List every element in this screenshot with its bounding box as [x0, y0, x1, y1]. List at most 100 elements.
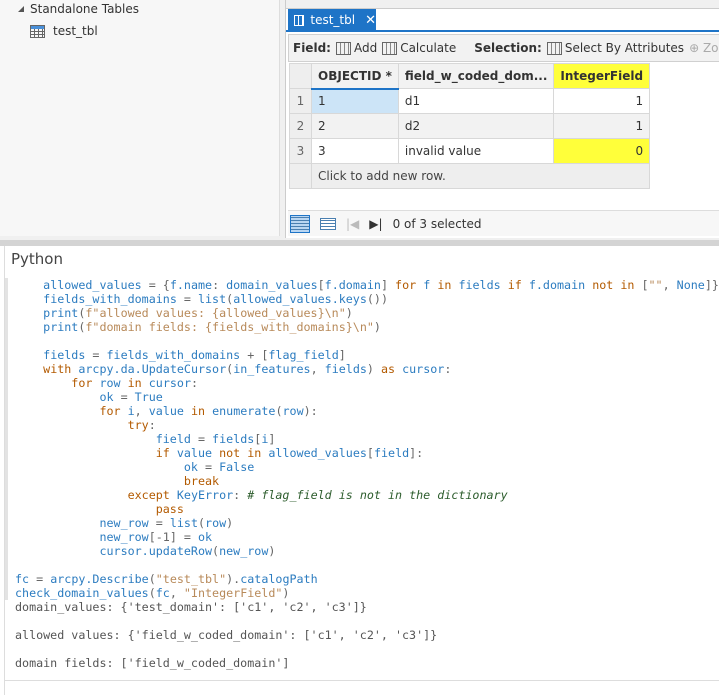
output-line: domain_values: {'test_domain': ['c1', 'c… [15, 600, 367, 614]
code-token: new_row [99, 516, 149, 530]
calculate-button[interactable]: Calculate [382, 41, 456, 55]
code-token: fc [155, 586, 170, 600]
cell-integerfield[interactable]: 0 [553, 138, 651, 164]
code-token: allowed_values [268, 446, 367, 460]
cell-objectid[interactable]: 1 [311, 88, 399, 114]
code-token: row [282, 404, 304, 418]
code-token: ): [303, 404, 318, 418]
row-number[interactable]: 2 [289, 113, 312, 139]
code-token: cursor [148, 376, 191, 390]
code-token: "" [648, 278, 663, 292]
code-line: fields_with_domains = list(allowed_value… [5, 292, 719, 306]
code-token: new_row [99, 530, 149, 544]
cell-field-w-coded-domain[interactable]: d2 [397, 113, 555, 139]
code-line: print(f"domain fields: {fields_with_doma… [5, 320, 719, 334]
code-token: False [219, 460, 255, 474]
selection-label: Selection: [474, 41, 542, 55]
collapse-triangle-icon[interactable] [18, 6, 24, 12]
code-token: allowed_values.keys [233, 292, 367, 306]
code-line: ok = True [5, 390, 719, 404]
cell-objectid[interactable]: 3 [311, 138, 399, 164]
tab-test-tbl[interactable]: test_tbl ✕ [288, 9, 376, 31]
code-line: pass [5, 502, 719, 516]
select-by-attributes-label: Select By Attributes [564, 41, 685, 55]
close-icon[interactable]: ✕ [365, 13, 376, 28]
show-selected-records-icon[interactable] [320, 217, 336, 230]
table-icon [30, 24, 45, 38]
zoom-to-button[interactable]: ⊕ Zoom T [689, 41, 719, 55]
column-header-integerfield[interactable]: IntegerField [553, 63, 651, 89]
cell-integerfield[interactable]: 1 [553, 88, 651, 114]
code-token: ] [338, 348, 346, 362]
code-token: , [310, 362, 325, 376]
code-token: "test_tbl" [155, 572, 227, 586]
row-number[interactable]: 3 [289, 138, 312, 164]
code-token: fields_with_domains [106, 348, 241, 362]
python-code-area[interactable]: allowed_values = {f.name: domain_values[… [5, 278, 719, 670]
code-token: field [373, 446, 410, 460]
code-token: value [148, 404, 184, 418]
code-token: in [437, 278, 452, 292]
code-token: cursor [402, 362, 445, 376]
python-window: Python allowed_values = {f.name: domain_… [4, 246, 719, 695]
output-line: allowed values: {'field_w_coded_domain':… [15, 628, 438, 642]
add-row[interactable]: Click to add new row. [289, 163, 651, 189]
code-token: new_row [219, 544, 269, 558]
cell-field-w-coded-domain[interactable]: d1 [397, 88, 555, 114]
standalone-tables-group[interactable]: Standalone Tables [18, 2, 139, 16]
code-token: domain_values [226, 278, 318, 292]
code-token: f"domain fields: {fields_with_domains}\n… [85, 320, 374, 334]
code-token: row [205, 516, 227, 530]
code-line: print(f"allowed values: {allowed_values}… [5, 306, 719, 320]
last-record-icon[interactable]: ▶| [369, 217, 382, 231]
code-token: flag_field [268, 348, 339, 362]
code-token: if [507, 278, 522, 292]
add-label: Add [353, 41, 378, 55]
table-status-bar: |◀ ▶| 0 of 3 selected [288, 210, 719, 236]
group-label: Standalone Tables [30, 2, 140, 16]
code-token: with [43, 362, 72, 376]
table-row[interactable]: 1 1 d1 1 [289, 88, 651, 114]
code-token: ( [198, 516, 206, 530]
select-all-corner[interactable] [289, 63, 312, 89]
top-area: Standalone Tables test_tbl test_tbl ✕ Fi… [0, 0, 719, 240]
add-new-row-prompt[interactable]: Click to add new row. [310, 163, 651, 189]
cell-field-w-coded-domain[interactable]: invalid value [397, 138, 555, 164]
code-token: ( [148, 586, 156, 600]
select-by-attributes-button[interactable]: Select By Attributes [546, 41, 685, 55]
table-row[interactable]: 2 2 d2 1 [289, 113, 651, 139]
table-icon [294, 14, 305, 26]
cell-objectid[interactable]: 2 [311, 113, 399, 139]
selection-count: 0 of 3 selected [392, 216, 482, 231]
code-token: if [155, 446, 170, 460]
row-number[interactable]: 1 [289, 88, 312, 114]
first-record-icon[interactable]: |◀ [346, 217, 359, 231]
show-all-records-icon[interactable] [290, 214, 310, 233]
code-line: if value not in allowed_values[field]: [5, 446, 719, 460]
code-token: = [85, 348, 107, 362]
code-token: break [183, 474, 220, 488]
catalog-item-test-tbl[interactable]: test_tbl [30, 24, 98, 38]
cell-integerfield[interactable]: 1 [553, 113, 651, 139]
add-row-header [289, 163, 312, 189]
code-token: fields_with_domains [43, 292, 177, 306]
code-token: fields [212, 432, 255, 446]
table-row[interactable]: 3 3 invalid value 0 [289, 138, 651, 164]
add-field-button[interactable]: Add [335, 41, 378, 55]
column-header-field-w-coded-domain[interactable]: field_w_coded_dom... [397, 63, 555, 89]
code-token: ( [275, 404, 283, 418]
code-token: fields [324, 362, 367, 376]
column-header-objectid[interactable]: OBJECTID * [311, 63, 399, 90]
field-label: Field: [293, 41, 331, 55]
code-token: not [219, 446, 241, 460]
